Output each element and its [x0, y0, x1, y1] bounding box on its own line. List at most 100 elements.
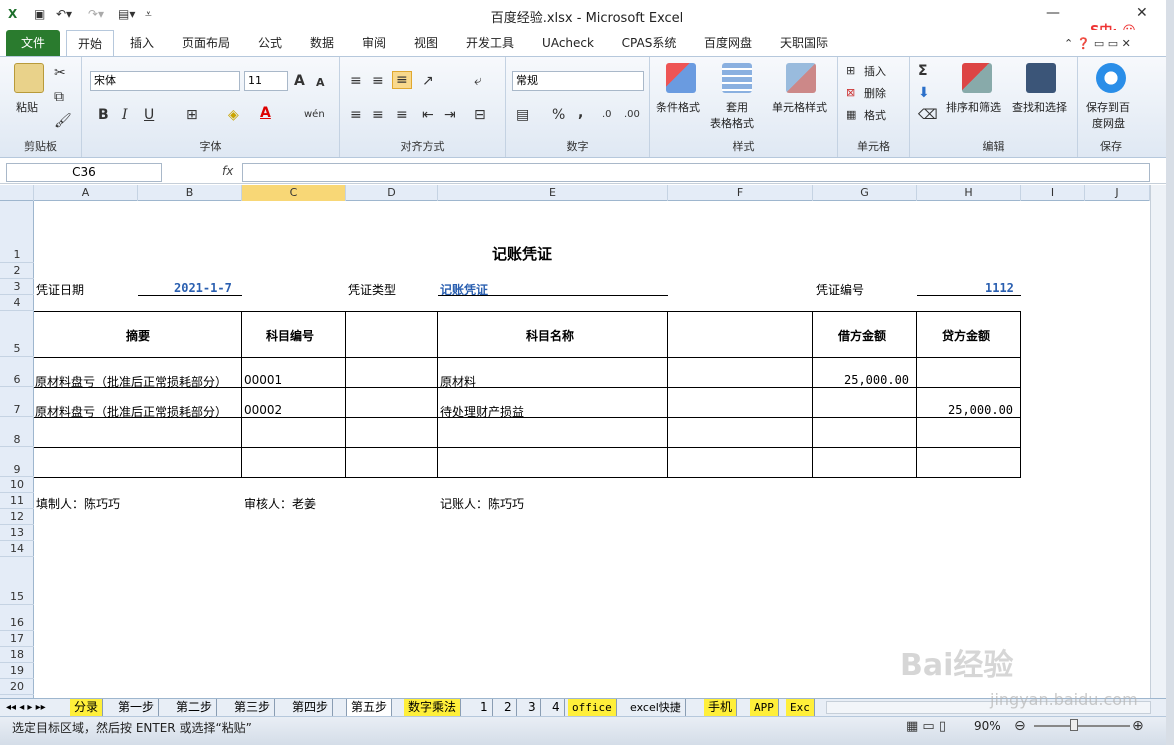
- row-header[interactable]: 11: [0, 493, 34, 509]
- font-name-select[interactable]: 宋体: [90, 71, 240, 91]
- row-header[interactable]: 13: [0, 525, 34, 541]
- font-color-icon[interactable]: A: [260, 105, 271, 121]
- format-table-button-2[interactable]: 表格格式: [710, 115, 754, 131]
- increase-indent-icon[interactable]: ⇥: [444, 107, 456, 123]
- tab-tianzhi[interactable]: 天职国际: [772, 30, 836, 56]
- sheet-tab-active[interactable]: 第五步: [346, 699, 393, 716]
- find-select-button[interactable]: 查找和选择: [1012, 99, 1067, 115]
- close-icon[interactable]: ✕: [1136, 5, 1148, 21]
- tab-insert[interactable]: 插入: [122, 30, 162, 56]
- zoom-out-icon[interactable]: ⊖: [1014, 718, 1026, 734]
- insert-cells-button[interactable]: 插入: [864, 63, 886, 79]
- find-select-icon[interactable]: [1026, 63, 1056, 93]
- row-header[interactable]: 6: [0, 357, 34, 387]
- autosum-button[interactable]: Σ: [918, 63, 928, 79]
- format-painter-icon[interactable]: 🖌: [54, 113, 72, 129]
- tab-cpas[interactable]: CPAS系统: [614, 30, 684, 56]
- align-middle-icon[interactable]: ≡: [372, 73, 384, 89]
- decrease-indent-icon[interactable]: ⇤: [422, 107, 434, 123]
- tab-file[interactable]: 文件: [6, 30, 60, 56]
- sheet-tab[interactable]: 4: [548, 699, 565, 716]
- zoom-in-icon[interactable]: ⊕: [1132, 718, 1144, 734]
- format-table-icon[interactable]: [722, 63, 752, 93]
- decrease-decimal-icon[interactable]: .00: [624, 107, 640, 123]
- align-center-icon[interactable]: ≡: [372, 107, 384, 123]
- align-bottom-icon[interactable]: ≡: [392, 71, 412, 89]
- bold-button[interactable]: B: [98, 107, 109, 123]
- col-header[interactable]: B: [138, 185, 242, 201]
- sheet-tab[interactable]: 第一步: [114, 699, 160, 716]
- sheet-tab[interactable]: 1: [476, 699, 493, 716]
- select-all-corner[interactable]: [0, 185, 34, 201]
- zoom-slider[interactable]: [1034, 725, 1130, 727]
- save-to-pan-button[interactable]: 保存到百: [1086, 99, 1130, 115]
- formula-input[interactable]: [242, 163, 1150, 182]
- row-header[interactable]: 17: [0, 631, 34, 647]
- minimize-icon[interactable]: —: [1046, 5, 1060, 21]
- sheet-tab[interactable]: excel快捷: [626, 699, 686, 716]
- sheet-tab[interactable]: 第三步: [230, 699, 276, 716]
- cut-icon[interactable]: ✂: [54, 65, 66, 81]
- row-header[interactable]: 7: [0, 387, 34, 417]
- tab-baidu-pan[interactable]: 百度网盘: [696, 30, 760, 56]
- fill-icon[interactable]: ⬇: [918, 85, 930, 101]
- number-format-select[interactable]: 常规: [512, 71, 644, 91]
- tab-view[interactable]: 视图: [406, 30, 446, 56]
- col-header-selected[interactable]: C: [242, 185, 346, 201]
- italic-button[interactable]: I: [122, 107, 128, 123]
- tab-home[interactable]: 开始: [66, 30, 114, 57]
- sheet-tab[interactable]: 手机: [704, 699, 738, 716]
- percent-button[interactable]: %: [552, 107, 565, 123]
- clear-icon[interactable]: ⌫: [918, 107, 938, 123]
- name-box[interactable]: C36: [6, 163, 162, 182]
- tab-formulas[interactable]: 公式: [250, 30, 290, 56]
- conditional-format-button[interactable]: 条件格式: [656, 99, 700, 115]
- baidu-pan-icon[interactable]: [1096, 63, 1126, 93]
- format-cells-button[interactable]: 格式: [864, 107, 886, 123]
- row-header[interactable]: 15: [0, 557, 34, 605]
- align-right-icon[interactable]: ≡: [396, 107, 408, 123]
- align-left-icon[interactable]: ≡: [350, 107, 362, 123]
- merge-center-icon[interactable]: ⊟: [474, 107, 486, 123]
- row-header[interactable]: 12: [0, 509, 34, 525]
- row-header[interactable]: 9: [0, 447, 34, 477]
- row-header[interactable]: 14: [0, 541, 34, 557]
- row-header[interactable]: 18: [0, 647, 34, 663]
- worksheet-grid[interactable]: 记账凭证 凭证日期 2021-1-7 凭证类型 记账凭证 凭证编号 1112 摘…: [34, 201, 1150, 698]
- sheet-tab[interactable]: office: [568, 699, 617, 716]
- zoom-slider-thumb[interactable]: [1070, 719, 1078, 731]
- row-header[interactable]: 5: [0, 311, 34, 357]
- view-buttons-icon[interactable]: ▦ ▭ ▯: [906, 719, 946, 735]
- col-header[interactable]: F: [668, 185, 813, 201]
- col-header[interactable]: J: [1085, 185, 1150, 201]
- sheet-tab[interactable]: 第二步: [172, 699, 218, 716]
- row-header[interactable]: 4: [0, 295, 34, 311]
- row-header[interactable]: 20: [0, 679, 34, 695]
- help-icons[interactable]: ⌃ ❓ ▭ ▭ ✕: [1064, 36, 1131, 52]
- copy-icon[interactable]: ⧉: [54, 89, 64, 105]
- tab-review[interactable]: 审阅: [354, 30, 394, 56]
- increase-decimal-icon[interactable]: .0: [602, 107, 612, 123]
- grow-font-icon[interactable]: A: [294, 73, 305, 89]
- shrink-font-icon[interactable]: A: [316, 75, 325, 91]
- row-header[interactable]: 19: [0, 663, 34, 679]
- sheet-tab[interactable]: 分录: [70, 699, 104, 716]
- border-icon[interactable]: ⊞: [186, 107, 198, 123]
- col-header[interactable]: G: [813, 185, 917, 201]
- sheet-tab[interactable]: Exc: [786, 699, 815, 716]
- tab-data[interactable]: 数据: [302, 30, 342, 56]
- row-header[interactable]: 2: [0, 263, 34, 279]
- save-to-pan-button-2[interactable]: 度网盘: [1092, 115, 1125, 131]
- font-size-select[interactable]: 11: [244, 71, 288, 91]
- fill-color-icon[interactable]: ◈: [228, 107, 239, 123]
- col-header[interactable]: H: [917, 185, 1021, 201]
- orientation-icon[interactable]: ↗: [422, 73, 434, 89]
- underline-button[interactable]: U: [144, 107, 154, 123]
- tab-uacheck[interactable]: UAcheck: [536, 30, 600, 56]
- row-header[interactable]: 3: [0, 279, 34, 295]
- comma-button[interactable]: ,: [578, 105, 583, 121]
- sort-filter-icon[interactable]: [962, 63, 992, 93]
- paste-icon[interactable]: [14, 63, 44, 93]
- tab-developer[interactable]: 开发工具: [458, 30, 522, 56]
- paste-button[interactable]: 粘贴: [16, 99, 38, 115]
